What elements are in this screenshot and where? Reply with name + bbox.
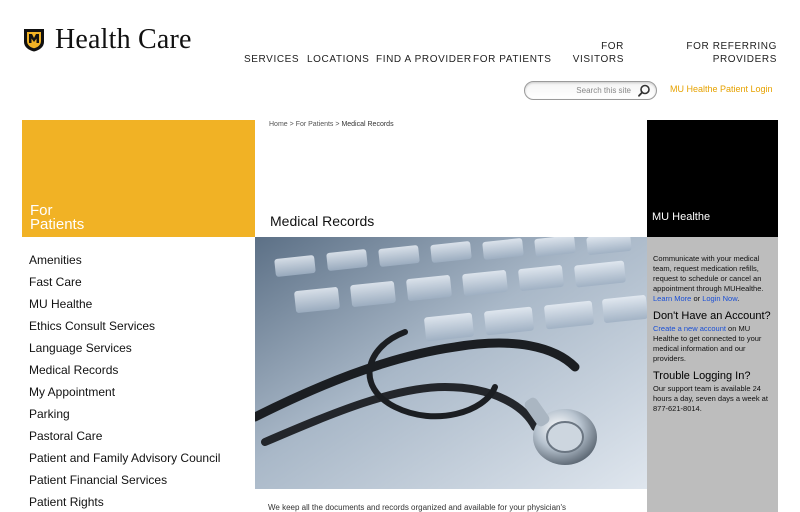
photo-illustration	[255, 237, 647, 489]
breadcrumb: Home > For Patients > Medical Records	[269, 121, 394, 128]
patient-login-link[interactable]: MU Healthe Patient Login	[670, 84, 773, 94]
mu-healthe-banner: MU Healthe	[647, 120, 778, 237]
shield-logo-icon	[24, 29, 44, 52]
nav-for-visitors-line2: VISITORS	[572, 54, 624, 65]
nav-referring-line1: FOR REFERRING	[686, 41, 777, 52]
nav-find-a-provider[interactable]: FIND A PROVIDER	[376, 53, 472, 66]
no-account-heading: Don't Have an Account?	[653, 310, 771, 322]
section-title-line2: Patients	[30, 216, 85, 233]
breadcrumb-current: Medical Records	[341, 121, 394, 128]
section-nav-pastoral-care[interactable]: Pastoral Care	[29, 425, 220, 447]
no-account-text: Create a new account on MU Healthe to ge…	[653, 324, 773, 364]
search-box	[524, 81, 657, 100]
breadcrumb-home[interactable]: Home	[269, 121, 288, 128]
section-nav-medical-records[interactable]: Medical Records	[29, 359, 220, 381]
site-logo[interactable]: Health Care	[22, 26, 192, 54]
mu-healthe-description: Communicate with your medical team, requ…	[653, 254, 773, 304]
nav-for-visitors-line1: FOR	[601, 41, 624, 52]
section-title: For Patients	[30, 203, 85, 233]
section-nav-patient-rights[interactable]: Patient Rights	[29, 491, 220, 512]
or-text: or	[691, 294, 703, 303]
nav-for-patients[interactable]: FOR PATIENTS	[473, 53, 552, 66]
mu-healthe-panel: Communicate with your medical team, requ…	[647, 237, 778, 512]
brand-name: Health Care	[55, 24, 192, 55]
nav-for-visitors[interactable]: FOR VISITORS	[560, 40, 624, 66]
trouble-logging-in-heading: Trouble Logging In?	[653, 370, 751, 382]
breadcrumb-for-patients[interactable]: For Patients	[296, 121, 334, 128]
section-banner: For Patients	[22, 120, 255, 237]
section-nav-ethics-consult[interactable]: Ethics Consult Services	[29, 315, 220, 337]
section-nav-financial-services[interactable]: Patient Financial Services	[29, 469, 220, 491]
nav-services[interactable]: SERVICES	[244, 53, 299, 66]
search-input[interactable]	[533, 83, 631, 98]
mu-healthe-title: MU Healthe	[652, 211, 711, 223]
section-nav: Amenities Fast Care MU Healthe Ethics Co…	[29, 249, 220, 512]
section-nav-parking[interactable]: Parking	[29, 403, 220, 425]
intro-text: We keep all the documents and records or…	[268, 503, 566, 512]
section-nav-mu-healthe[interactable]: MU Healthe	[29, 293, 220, 315]
login-now-link[interactable]: Login Now	[702, 294, 737, 303]
create-account-link[interactable]: Create a new account	[653, 324, 726, 333]
section-nav-amenities[interactable]: Amenities	[29, 249, 220, 271]
nav-for-referring-providers[interactable]: FOR REFERRING PROVIDERS	[660, 40, 777, 66]
search-icon[interactable]	[636, 83, 652, 99]
section-nav-language-services[interactable]: Language Services	[29, 337, 220, 359]
section-nav-my-appointment[interactable]: My Appointment	[29, 381, 220, 403]
nav-locations[interactable]: LOCATIONS	[307, 53, 369, 66]
stethoscope-keyboard-photo	[255, 237, 647, 489]
mu-healthe-description-text: Communicate with your medical team, requ…	[653, 254, 764, 293]
trouble-logging-in-text: Our support team is available 24 hours a…	[653, 384, 768, 413]
nav-referring-line2: PROVIDERS	[712, 54, 777, 65]
learn-more-link[interactable]: Learn More	[653, 294, 691, 303]
period-text: .	[737, 294, 740, 303]
section-nav-fast-care[interactable]: Fast Care	[29, 271, 220, 293]
page-title: Medical Records	[270, 213, 375, 229]
section-nav-advisory-council[interactable]: Patient and Family Advisory Council	[29, 447, 220, 469]
